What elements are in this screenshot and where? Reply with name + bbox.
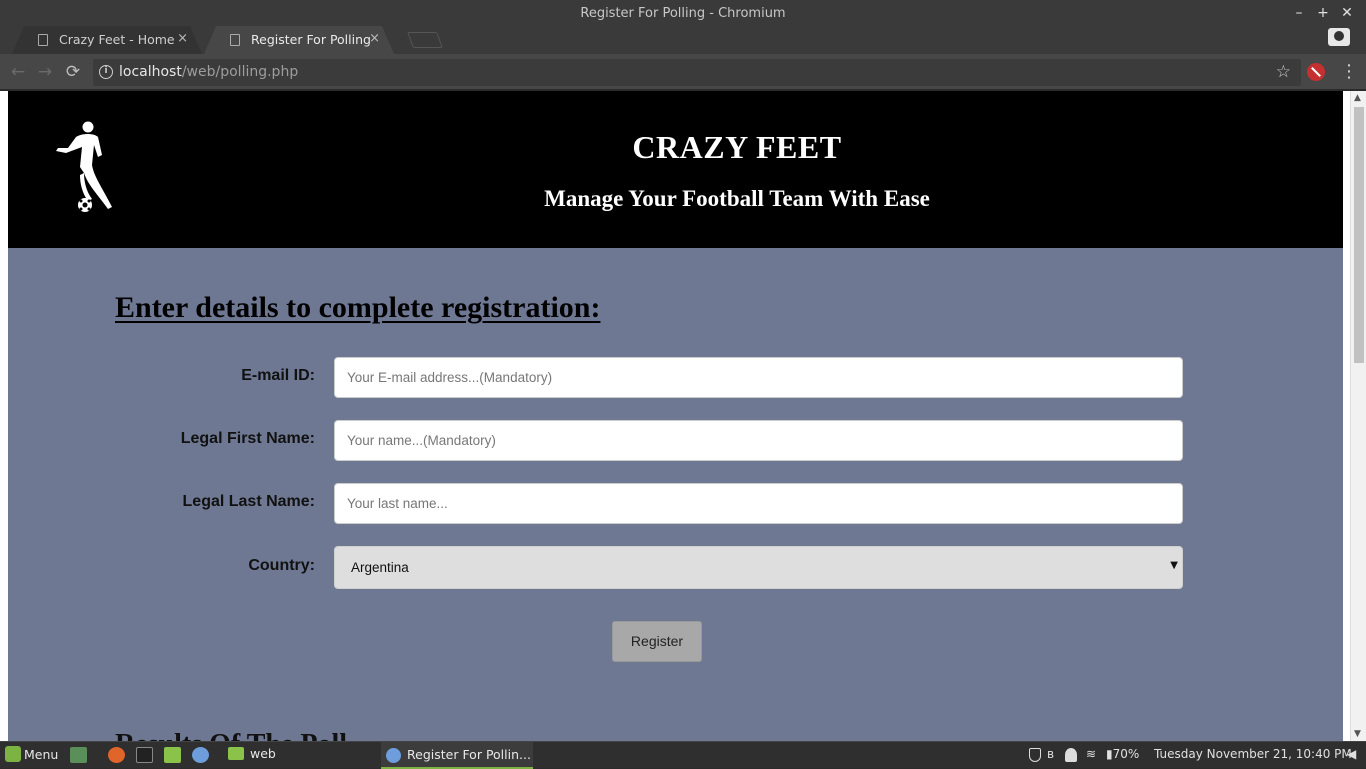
browser-toolbar: ← → ⟳ i localhost/web/polling.php ☆ ⋮ bbox=[0, 54, 1366, 90]
url-host: localhost bbox=[119, 64, 182, 80]
address-bar[interactable]: i localhost/web/polling.php ☆ bbox=[93, 59, 1301, 86]
tab-close-icon[interactable]: × bbox=[177, 31, 188, 46]
tab-register-for-polling[interactable]: Register For Polling × bbox=[204, 26, 394, 54]
forward-button[interactable]: → bbox=[35, 62, 55, 82]
chromium-icon[interactable] bbox=[192, 747, 209, 763]
taskbar-active-window[interactable]: Register For Pollin... bbox=[381, 742, 533, 769]
page-viewport: CRAZY FEET Manage Your Football Team Wit… bbox=[0, 91, 1366, 741]
register-button[interactable]: Register bbox=[612, 621, 702, 662]
chevron-down-icon: ▼ bbox=[1170, 560, 1178, 571]
country-label: Country: bbox=[248, 557, 315, 574]
scrollbar-thumb[interactable] bbox=[1354, 107, 1364, 363]
user-icon[interactable] bbox=[1065, 748, 1077, 762]
bluetooth-icon[interactable]: ʙ bbox=[1047, 747, 1054, 761]
folder-icon bbox=[228, 747, 244, 760]
battery-status[interactable]: ▮70% bbox=[1106, 747, 1139, 761]
mint-logo-icon bbox=[5, 746, 21, 762]
tab-close-icon[interactable]: × bbox=[369, 31, 380, 46]
browser-menu-icon[interactable]: ⋮ bbox=[1340, 61, 1358, 82]
shield-icon[interactable] bbox=[1029, 748, 1041, 762]
volume-icon[interactable]: ◀ bbox=[1347, 747, 1356, 761]
terminal-icon[interactable] bbox=[136, 747, 153, 763]
minimize-button[interactable]: – bbox=[1290, 4, 1308, 22]
site-title: CRAZY FEET bbox=[632, 129, 842, 165]
url-path: /web/polling.php bbox=[181, 64, 299, 80]
tab-label: Register For Polling bbox=[251, 32, 371, 47]
info-icon[interactable]: i bbox=[99, 65, 113, 79]
country-selected-value: Argentina bbox=[351, 560, 409, 575]
maximize-button[interactable]: + bbox=[1314, 4, 1332, 22]
results-heading: Results Of The Poll bbox=[115, 729, 347, 741]
form-heading: Enter details to complete registration: bbox=[115, 291, 601, 324]
first-name-label: Legal First Name: bbox=[180, 430, 315, 447]
back-button[interactable]: ← bbox=[8, 62, 28, 82]
wifi-icon[interactable]: ≋ bbox=[1086, 747, 1096, 761]
email-field[interactable] bbox=[334, 357, 1183, 398]
start-menu-button[interactable]: Menu bbox=[5, 746, 58, 762]
window-titlebar: Register For Polling - Chromium – + ✕ bbox=[0, 0, 1366, 28]
country-select[interactable]: Argentina ▼ bbox=[334, 546, 1183, 589]
taskbar: Menu web Register For Pollin... ʙ ≋ ▮70%… bbox=[0, 741, 1366, 769]
bookmark-star-icon[interactable]: ☆ bbox=[1276, 62, 1291, 82]
url-text[interactable]: localhost/web/polling.php bbox=[119, 64, 298, 80]
page-icon bbox=[230, 34, 240, 46]
tab-label: Crazy Feet - Home bbox=[59, 32, 175, 47]
active-window-label: Register For Pollin... bbox=[407, 747, 531, 762]
taskbar-web-folder[interactable]: web bbox=[228, 746, 276, 761]
battery-icon: ▮ bbox=[1106, 747, 1113, 761]
firefox-icon[interactable] bbox=[108, 747, 125, 763]
scroll-up-icon[interactable]: ▲ bbox=[1354, 93, 1361, 103]
window-title: Register For Polling - Chromium bbox=[580, 6, 786, 21]
show-desktop-icon[interactable] bbox=[70, 747, 87, 763]
first-name-field[interactable] bbox=[334, 420, 1183, 461]
site-subtitle: Manage Your Football Team With Ease bbox=[544, 186, 930, 211]
email-label: E-mail ID: bbox=[241, 367, 315, 384]
tab-crazy-feet-home[interactable]: Crazy Feet - Home × bbox=[12, 26, 202, 54]
page-icon bbox=[38, 34, 48, 46]
reload-button[interactable]: ⟳ bbox=[63, 62, 83, 82]
clock[interactable]: Tuesday November 21, 10:40 PM bbox=[1154, 747, 1352, 761]
close-window-button[interactable]: ✕ bbox=[1338, 4, 1356, 22]
chromium-icon bbox=[386, 748, 401, 763]
new-tab-button[interactable] bbox=[407, 32, 443, 48]
extension-icon[interactable] bbox=[1307, 63, 1325, 81]
menu-label: Menu bbox=[24, 747, 59, 762]
last-name-label: Legal Last Name: bbox=[182, 493, 315, 510]
site-header: CRAZY FEET Manage Your Football Team Wit… bbox=[8, 91, 1343, 248]
web-label: web bbox=[250, 746, 276, 761]
scroll-down-icon[interactable]: ▼ bbox=[1354, 729, 1361, 739]
last-name-field[interactable] bbox=[334, 483, 1183, 524]
battery-percent: 70% bbox=[1112, 747, 1140, 761]
files-icon[interactable] bbox=[164, 747, 181, 763]
profile-icon[interactable] bbox=[1328, 28, 1350, 46]
page-scrollbar[interactable]: ▲ ▼ bbox=[1350, 91, 1366, 741]
page-body: CRAZY FEET Manage Your Football Team Wit… bbox=[8, 91, 1343, 741]
tab-strip: Crazy Feet - Home × Register For Polling… bbox=[0, 26, 1366, 54]
